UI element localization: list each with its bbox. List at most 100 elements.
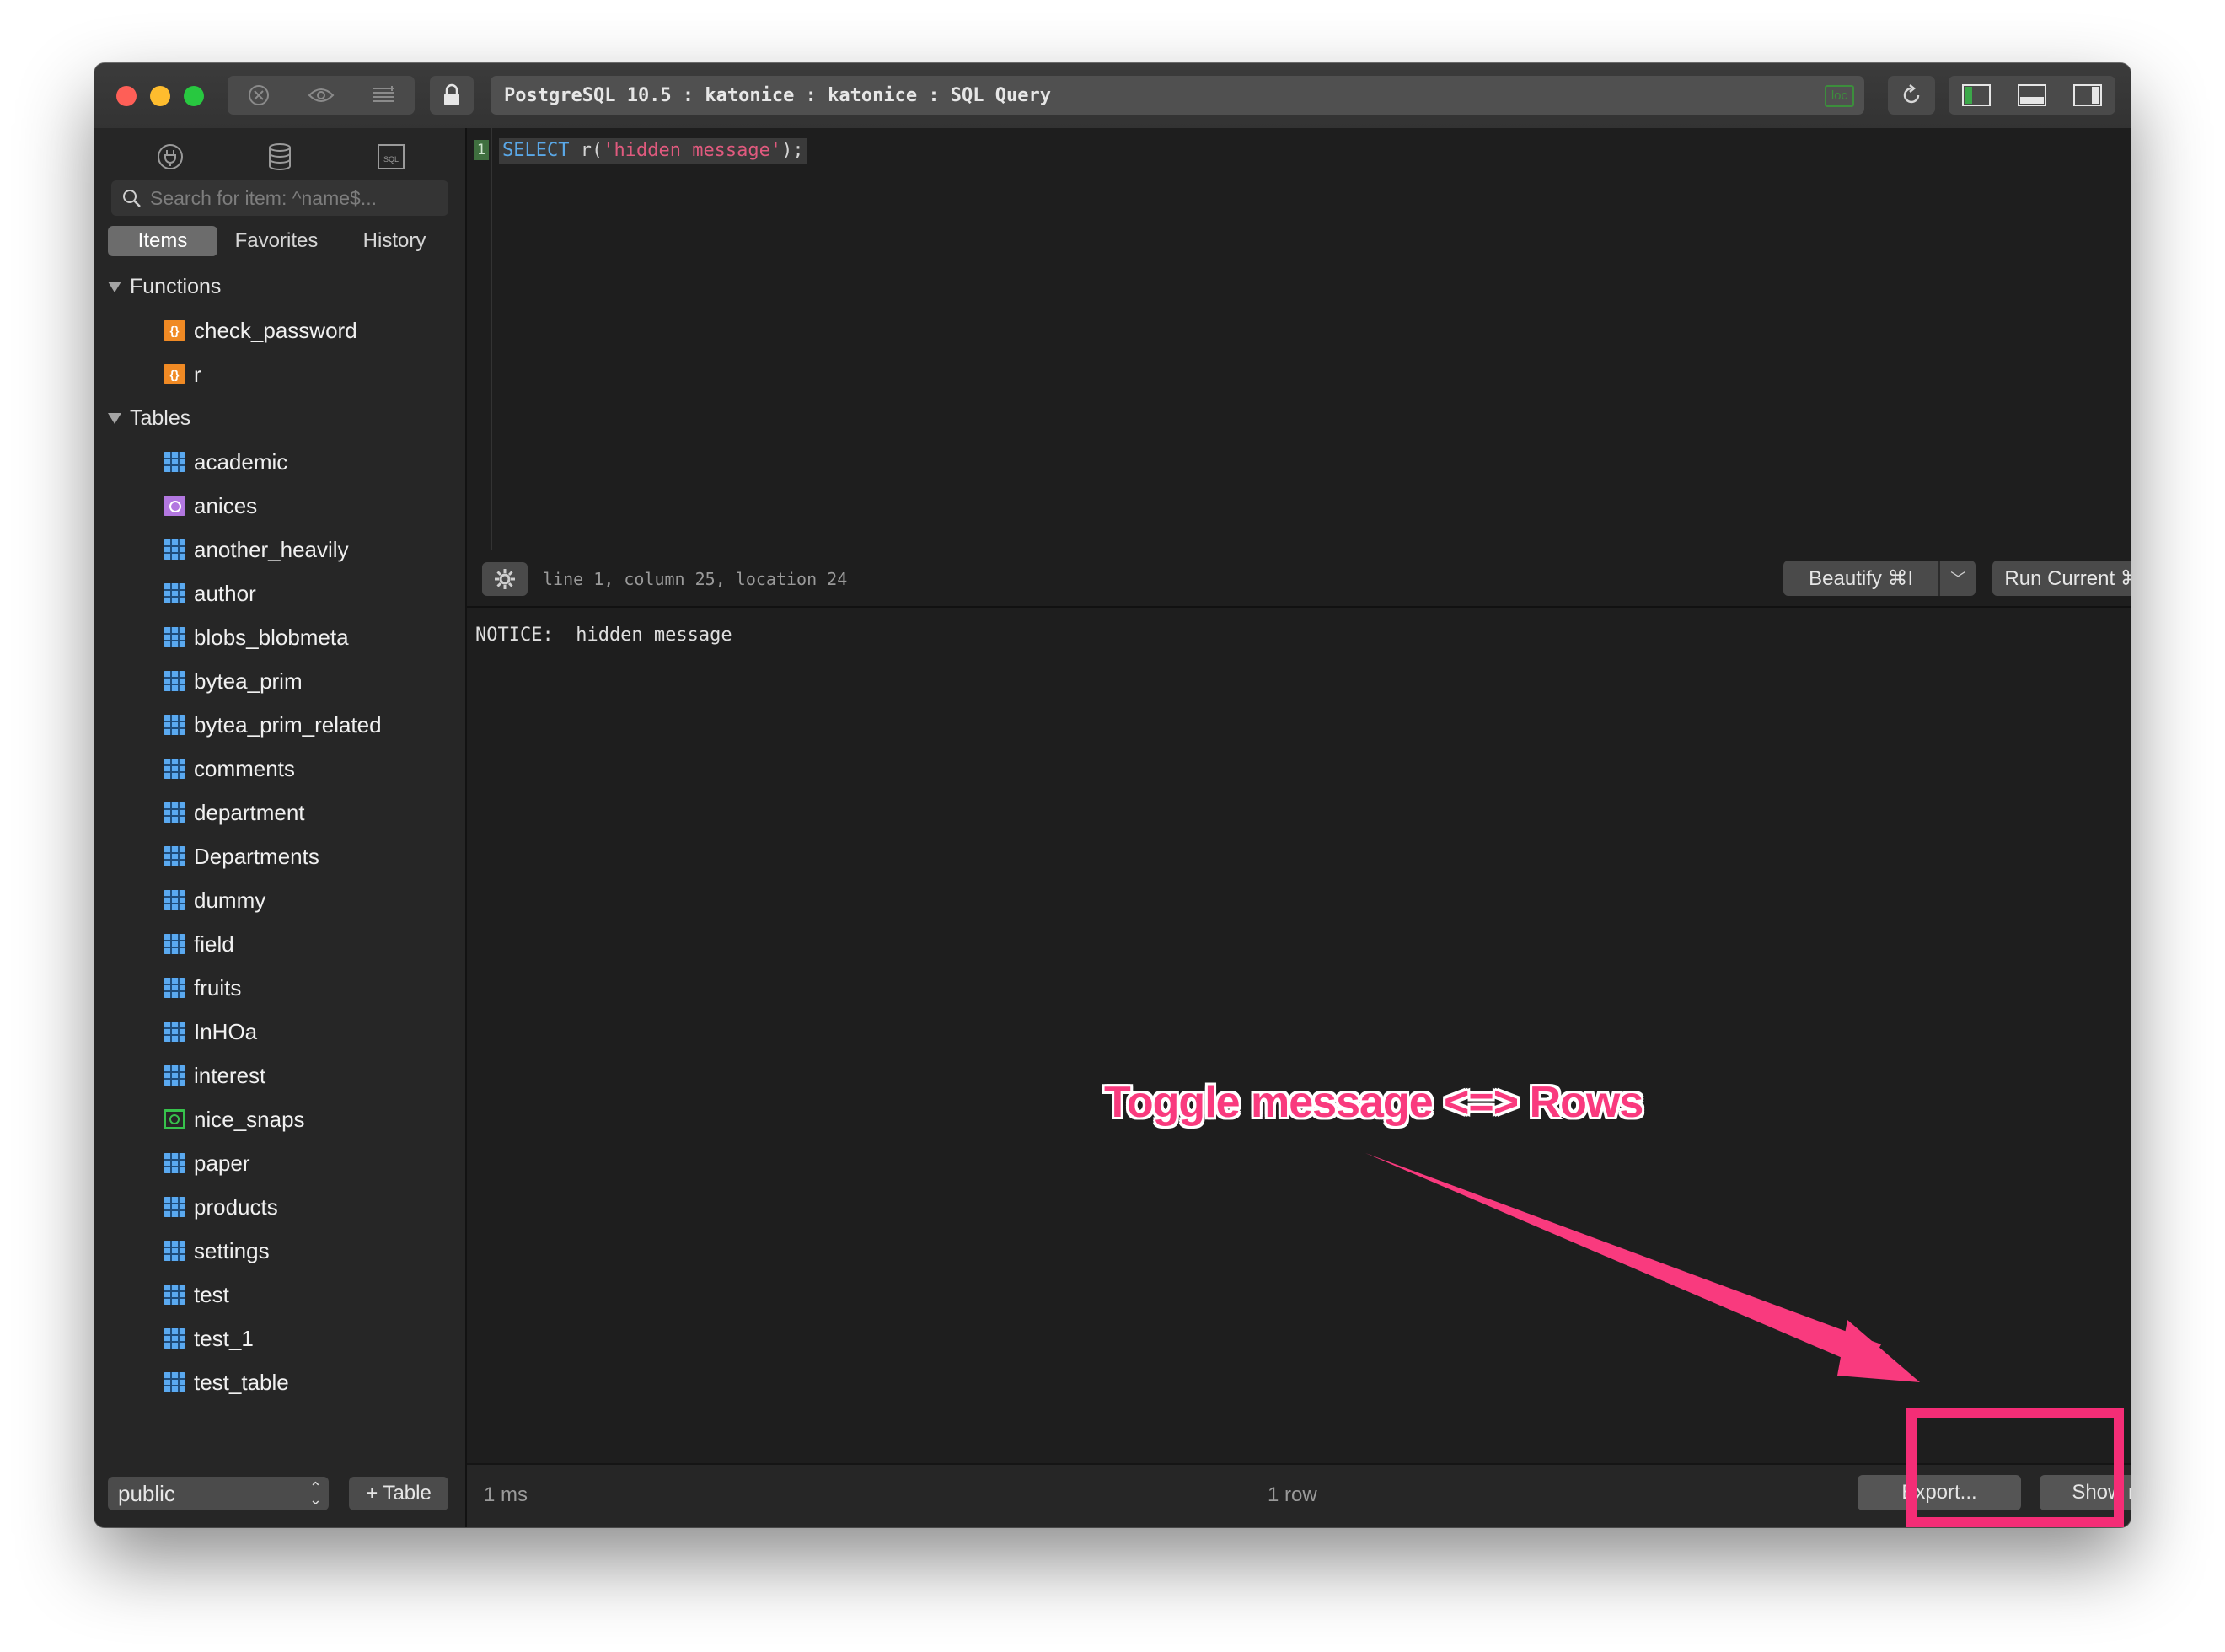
code-text: r( bbox=[569, 140, 603, 161]
table-icon bbox=[164, 1328, 185, 1349]
table-icon bbox=[164, 1241, 185, 1261]
eye-icon bbox=[308, 88, 335, 102]
table-icon bbox=[164, 1153, 185, 1173]
list-item[interactable]: products bbox=[94, 1185, 465, 1229]
minimize-window-button[interactable] bbox=[150, 86, 170, 106]
code-text: ); bbox=[781, 140, 804, 161]
results-bottom-bar: 1 ms 1 row Export... Show rows bbox=[467, 1463, 2131, 1527]
list-item[interactable]: bytea_prim bbox=[94, 659, 465, 703]
sql-string: 'hidden message' bbox=[603, 140, 782, 161]
tab-history[interactable]: History bbox=[335, 226, 453, 256]
list-item[interactable]: fruits bbox=[94, 966, 465, 1010]
close-connection-button[interactable] bbox=[228, 76, 290, 115]
beautify-options-button[interactable]: ﹀ bbox=[1938, 560, 1976, 596]
beautify-button[interactable]: Beautify ⌘I bbox=[1783, 560, 1938, 596]
sidebar-search bbox=[111, 180, 448, 216]
results-pane: NOTICE: hidden message bbox=[467, 614, 2131, 1462]
list-item[interactable]: nice_snaps bbox=[94, 1097, 465, 1141]
list-item[interactable]: InHOa bbox=[94, 1010, 465, 1054]
disclosure-triangle-icon[interactable] bbox=[108, 412, 121, 424]
table-icon bbox=[164, 846, 185, 866]
list-item[interactable]: {} r bbox=[94, 352, 465, 396]
list-item[interactable]: settings bbox=[94, 1229, 465, 1273]
editor-settings-button[interactable] bbox=[482, 562, 528, 596]
list-icon bbox=[373, 86, 394, 102]
group-tables[interactable]: Tables bbox=[94, 396, 465, 440]
cursor-position: line 1, column 25, location 24 bbox=[543, 569, 848, 589]
materialized-view-icon bbox=[164, 1109, 185, 1129]
console-log-button[interactable] bbox=[352, 76, 415, 115]
list-item[interactable]: paper bbox=[94, 1141, 465, 1185]
refresh-button[interactable] bbox=[1888, 76, 1935, 115]
connection-address-bar: PostgreSQL 10.5 : katonice : katonice : … bbox=[491, 76, 1864, 115]
list-item[interactable]: author bbox=[94, 571, 465, 615]
function-icon: {} bbox=[164, 364, 185, 384]
close-circle-icon bbox=[249, 85, 269, 105]
toggle-right-panel-button[interactable] bbox=[2060, 76, 2115, 115]
tab-favorites[interactable]: Favorites bbox=[217, 226, 335, 256]
list-item[interactable]: another_heavily bbox=[94, 528, 465, 571]
database-mode-button[interactable] bbox=[261, 138, 298, 175]
sql-icon: SQL bbox=[378, 144, 405, 169]
list-item[interactable]: interest bbox=[94, 1054, 465, 1097]
list-item[interactable]: field bbox=[94, 922, 465, 966]
add-table-button[interactable]: + Table bbox=[349, 1477, 448, 1510]
search-icon bbox=[123, 190, 141, 207]
list-item[interactable]: test_table bbox=[94, 1360, 465, 1404]
table-icon bbox=[164, 759, 185, 779]
toggle-bottom-panel-button[interactable] bbox=[2004, 76, 2060, 115]
list-item[interactable]: department bbox=[94, 791, 465, 834]
list-item[interactable]: Departments bbox=[94, 834, 465, 878]
connection-mode-button[interactable] bbox=[152, 138, 189, 175]
table-icon bbox=[164, 1372, 185, 1392]
query-duration: 1 ms bbox=[484, 1483, 528, 1506]
table-icon bbox=[164, 539, 185, 560]
tab-items[interactable]: Items bbox=[108, 226, 217, 256]
updown-chevron-icon: ⌃ ⌄ bbox=[308, 1479, 322, 1508]
line-gutter: 1 bbox=[467, 128, 492, 550]
run-dropdown: Run Current ⌘↵ ﹀ bbox=[1992, 560, 2131, 596]
sql-keyword: SELECT bbox=[502, 140, 570, 161]
bottom-panel-icon bbox=[2018, 84, 2046, 106]
title-bar: PostgreSQL 10.5 : katonice : katonice : … bbox=[94, 63, 2131, 130]
gear-icon bbox=[495, 569, 515, 589]
layout-segment bbox=[1949, 76, 2115, 115]
disclosure-triangle-icon[interactable] bbox=[108, 281, 121, 292]
list-item[interactable]: {} check_password bbox=[94, 308, 465, 352]
run-current-button[interactable]: Run Current ⌘↵ bbox=[1992, 560, 2131, 596]
line-number: 1 bbox=[474, 140, 489, 160]
list-item[interactable]: blobs_blobmeta bbox=[94, 615, 465, 659]
view-icon bbox=[164, 496, 185, 516]
database-icon bbox=[269, 143, 291, 170]
sidebar-mode-icons: SQL bbox=[94, 138, 465, 175]
toggle-left-panel-button[interactable] bbox=[1949, 76, 2004, 115]
list-item[interactable]: academic bbox=[94, 440, 465, 484]
group-label: Functions bbox=[130, 274, 222, 298]
list-item[interactable]: anices bbox=[94, 484, 465, 528]
annotation-highlight-box bbox=[1906, 1408, 2124, 1527]
list-item[interactable]: test bbox=[94, 1273, 465, 1317]
right-panel-icon bbox=[2073, 84, 2102, 106]
sql-mode-button[interactable]: SQL bbox=[373, 138, 410, 175]
beautify-dropdown: Beautify ⌘I ﹀ bbox=[1783, 560, 1976, 596]
zoom-window-button[interactable] bbox=[184, 86, 204, 106]
table-icon bbox=[164, 978, 185, 998]
preview-button[interactable] bbox=[290, 76, 352, 115]
table-icon bbox=[164, 1065, 185, 1086]
list-item[interactable]: test_1 bbox=[94, 1317, 465, 1360]
chevron-down-icon: ﹀ bbox=[1950, 571, 1966, 587]
schema-select[interactable]: public ⌃ ⌄ bbox=[108, 1477, 329, 1510]
sidebar: SQL Items Favorites History Functions {}… bbox=[94, 128, 467, 1527]
search-input[interactable] bbox=[148, 185, 430, 211]
sql-editor[interactable]: 1 SELECT r('hidden message'); line 1, co… bbox=[467, 128, 2131, 613]
plug-icon bbox=[158, 144, 183, 169]
lock-button[interactable] bbox=[430, 76, 474, 115]
code-line[interactable]: SELECT r('hidden message'); bbox=[499, 138, 807, 164]
list-item[interactable]: comments bbox=[94, 747, 465, 791]
list-item[interactable]: dummy bbox=[94, 878, 465, 922]
list-item[interactable]: bytea_prim_related bbox=[94, 703, 465, 747]
close-window-button[interactable] bbox=[116, 86, 137, 106]
table-icon bbox=[164, 1285, 185, 1305]
table-icon bbox=[164, 802, 185, 823]
group-functions[interactable]: Functions bbox=[94, 265, 465, 308]
